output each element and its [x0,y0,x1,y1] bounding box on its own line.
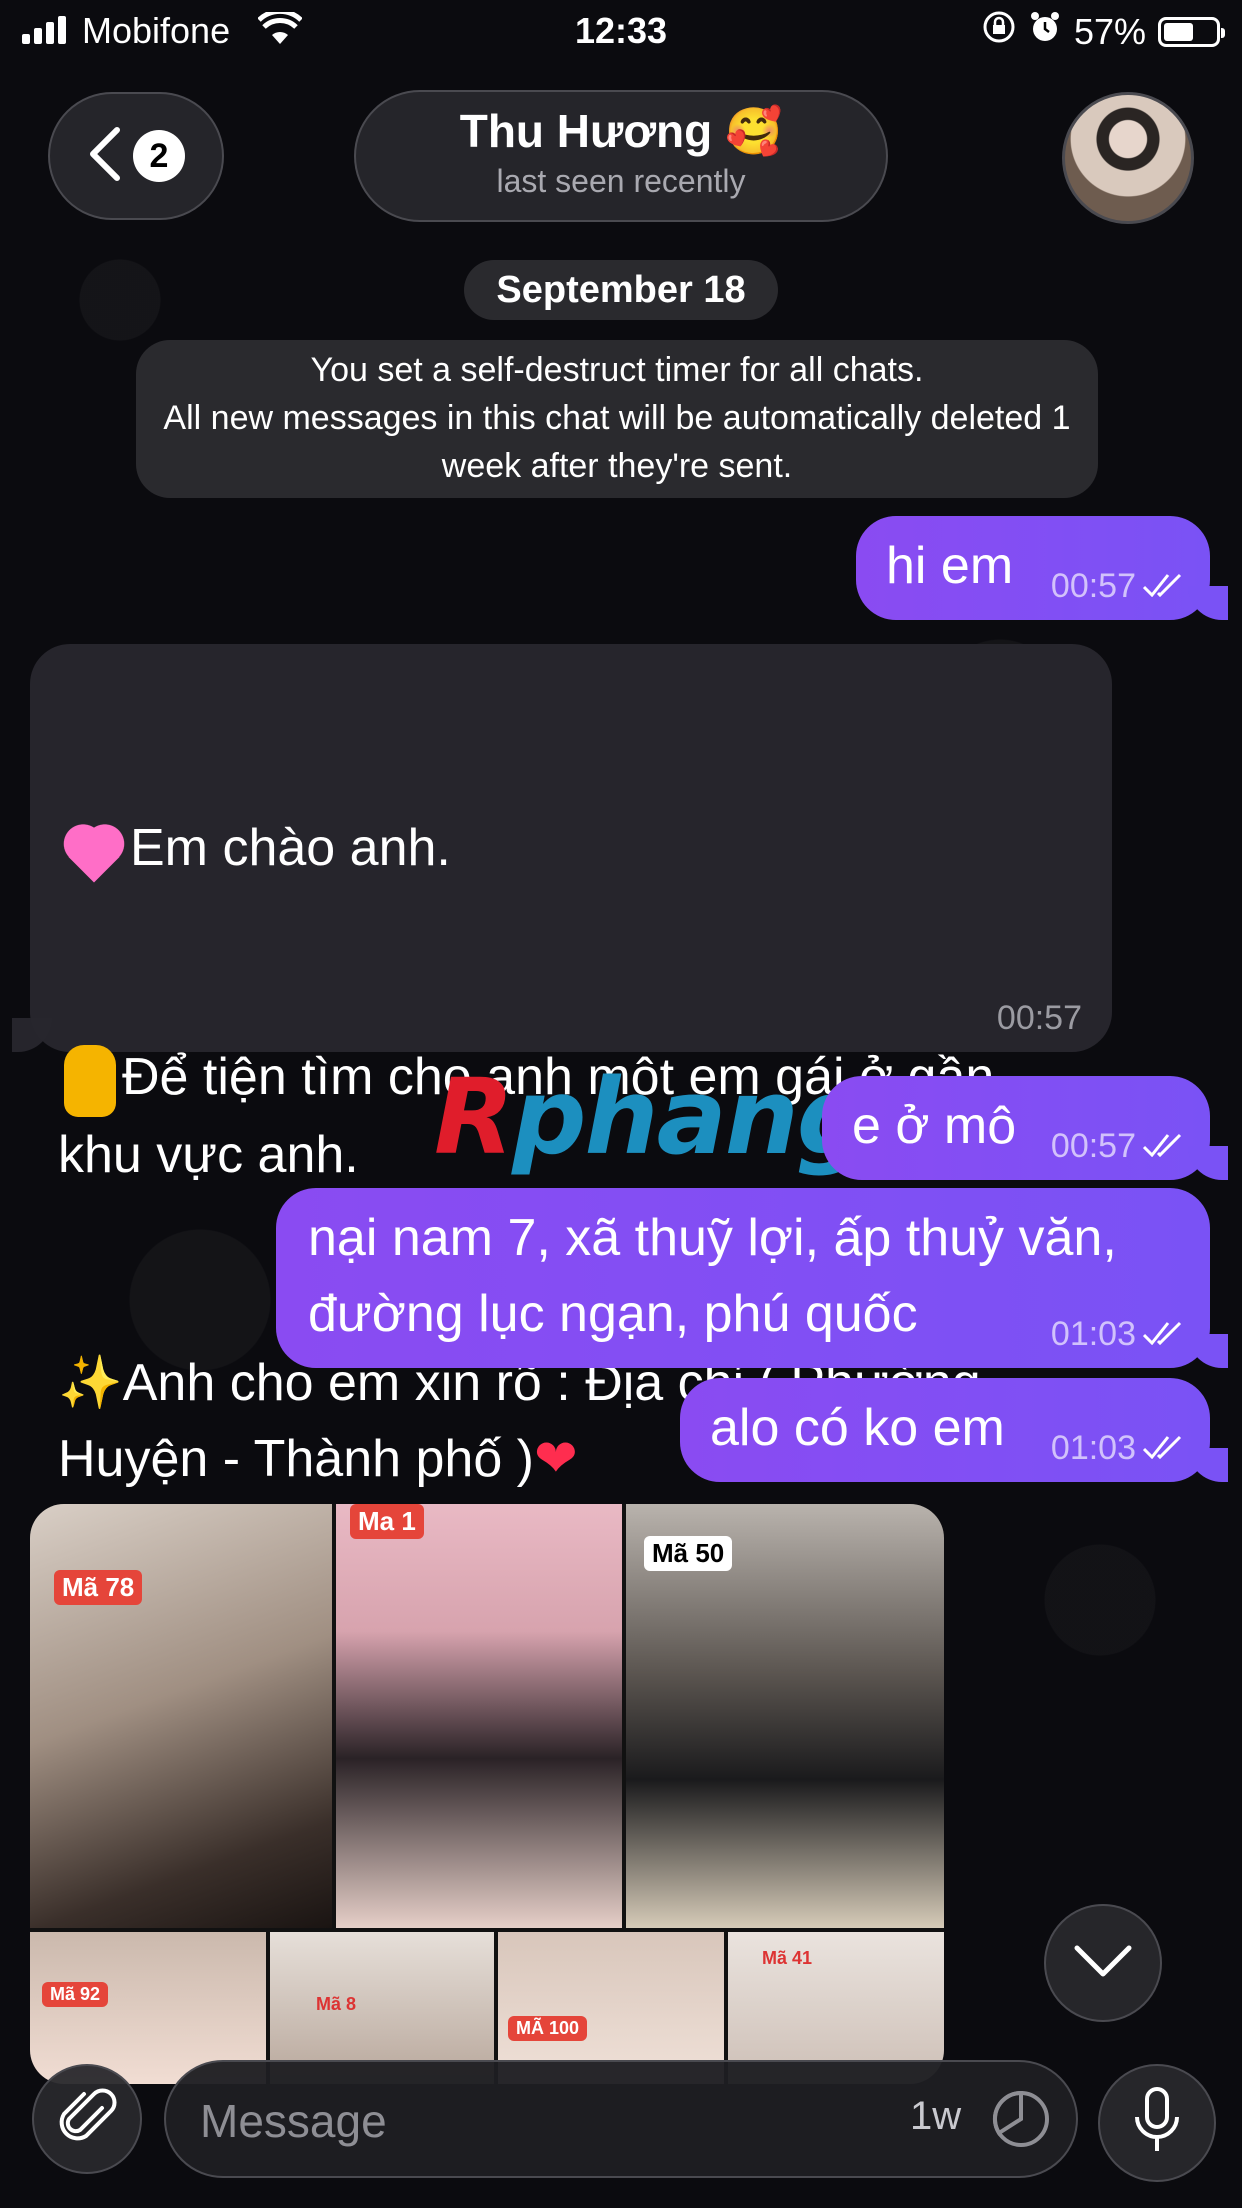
double-check-icon [1142,567,1186,606]
message-time: 01:03 [1050,1429,1136,1467]
contact-status: last seen recently [496,163,746,199]
battery-icon [1158,16,1225,47]
message-text: alo có ko em [710,1399,1005,1457]
message-time: 00:57 [1050,1127,1136,1165]
pointing-hand-emoji [64,1044,116,1117]
back-chevron-icon [87,126,123,187]
photo-label: Mã 50 [644,1536,733,1571]
message-bubble-incoming[interactable]: Em chào anh. Để tiện tìm cho anh một em … [12,644,1112,1488]
double-check-icon [1142,1127,1186,1166]
lock-rotation-icon [982,10,1016,53]
status-bar: Mobifone 12:33 57% [0,0,1242,62]
photo-label: Mã 92 [42,1982,109,2007]
double-check-icon [1142,1429,1186,1468]
heart-emoji [58,815,130,888]
heart-face-emoji: ❤ [534,1429,578,1488]
message-text: e ở mô [852,1097,1017,1155]
date-separator: September 18 [464,260,778,320]
paperclip-icon [56,2086,118,2153]
microphone-icon [1132,2085,1182,2162]
photo-label: Ma 1 [350,1504,424,1539]
message-time: 00:57 [996,999,1082,1037]
message-bubble-outgoing[interactable]: alo có ko em 01:03 [680,1378,1228,1482]
timer-icon[interactable] [990,2088,1052,2155]
album-photo[interactable]: Mã 78 [30,1504,332,1928]
message-bubble-outgoing[interactable]: nại nam 7, xã thuỹ lợi, ấp thuỷ văn, đườ… [276,1188,1228,1368]
chevron-down-icon [1073,1944,1133,1983]
message-bubble-outgoing[interactable]: e ở mô 00:57 [822,1076,1228,1180]
alarm-icon [1028,10,1062,53]
chat-title[interactable]: Thu Hương 🥰 last seen recently [354,90,888,222]
message-line: Em chào anh. [130,819,451,877]
battery-percent: 57% [1073,10,1146,52]
album-photo[interactable]: Mã 50 [626,1504,944,1928]
unread-badge: 2 [133,130,185,182]
double-check-icon [1142,1315,1186,1354]
watermark-logo: Rphang [434,1056,871,1178]
self-destruct-timer-label[interactable]: 1w [910,2094,961,2139]
message-time: 01:03 [1050,1315,1136,1353]
microphone-button[interactable] [1098,2064,1216,2182]
photo-label: MÃ 100 [508,2016,588,2041]
message-input[interactable] [198,2082,902,2160]
photo-album[interactable]: Mã 78 Ma 1 Mã 50 Mã 92 Mã 8 MÃ 100 Mã 41 [30,1504,944,2084]
message-text: nại nam 7, xã thuỹ lợi, ấp thuỷ văn, đườ… [308,1209,1132,1343]
scroll-down-button[interactable] [1044,1904,1162,2022]
attach-button[interactable] [32,2064,142,2174]
back-button[interactable]: 2 [48,92,224,220]
photo-label: Mã 8 [316,1994,357,2014]
message-input-field[interactable]: 1w [164,2060,1078,2178]
avatar[interactable] [1062,92,1194,224]
message-text: hi em [886,537,1014,595]
photo-label: Mã 41 [762,1948,813,1968]
contact-name: Thu Hương 🥰 [459,105,783,157]
album-photo[interactable]: Ma 1 [336,1504,622,1928]
message-time: 00:57 [1050,567,1136,605]
timer-notice: You set a self-destruct timer for all ch… [136,340,1098,498]
photo-label: Mã 78 [54,1570,143,1605]
message-bubble-outgoing[interactable]: hi em 00:57 [856,516,1228,620]
sparkles-emoji: ✨ [58,1353,123,1412]
